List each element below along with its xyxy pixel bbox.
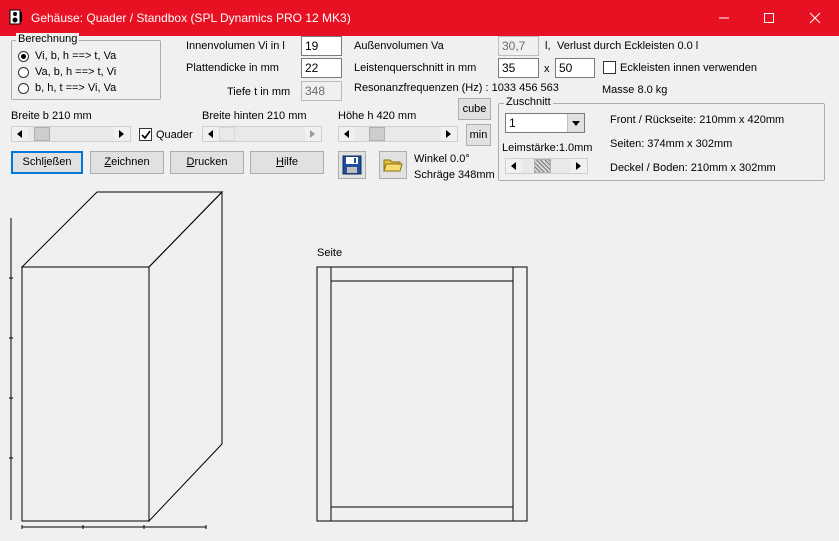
arrow-left-icon xyxy=(511,162,516,170)
arrow-left-icon xyxy=(344,130,349,138)
breite-hinten-scrollbar[interactable] xyxy=(202,126,322,142)
hilfe-text-accel: H xyxy=(275,156,284,168)
leimstaerke-scrollbar[interactable] xyxy=(505,158,588,174)
leim-scroll-thumb[interactable] xyxy=(534,159,551,173)
radio-va-b-h[interactable] xyxy=(18,67,29,78)
hoehe-scroll-thumb[interactable] xyxy=(369,127,385,141)
radio-b-h-t-label[interactable]: b, h, t ==> Vi, Va xyxy=(35,82,116,94)
drucken-text-post: rucken xyxy=(194,156,228,168)
tiefe-label: Tiefe t in mm xyxy=(227,86,291,98)
checkmark-icon xyxy=(141,130,151,140)
breite-scrollbar[interactable] xyxy=(11,126,131,142)
plattendicke-input[interactable]: 22 xyxy=(301,58,342,78)
hoehe-scrollbar[interactable] xyxy=(338,126,458,142)
breite-hinten-label: Breite hinten 210 mm xyxy=(202,110,307,122)
chevron-down-icon xyxy=(572,121,580,126)
innenvolumen-input[interactable]: 19 xyxy=(301,36,342,56)
breite-scroll-right-arrow[interactable] xyxy=(114,127,130,141)
box-side-face xyxy=(148,190,223,523)
radio-vi-b-h-label[interactable]: Vi, b, h ==> t, Va xyxy=(35,50,116,62)
save-button[interactable] xyxy=(338,151,366,179)
seiten-text: Seiten: 374mm x 302mm xyxy=(610,138,733,150)
arrow-right-icon xyxy=(576,162,581,170)
berechnung-group-label: Berechnung xyxy=(16,33,80,45)
plattendicke-label: Plattendicke in mm xyxy=(186,62,279,74)
winkel-text: Winkel 0.0° xyxy=(414,153,470,165)
radio-va-b-h-label[interactable]: Va, b, h ==> t, Vi xyxy=(35,66,116,78)
zeichnen-button[interactable]: Zeichnen xyxy=(90,151,164,174)
arrow-left-icon xyxy=(17,130,22,138)
side-outer-frame xyxy=(316,266,528,522)
zuschnitt-count-select[interactable]: 1 xyxy=(505,113,585,133)
aussenvolumen-unit: l, xyxy=(545,40,551,52)
zuschnitt-count-value: 1 xyxy=(509,116,516,130)
radio-b-h-t[interactable] xyxy=(18,83,29,94)
arrow-left-icon xyxy=(208,130,213,138)
maximize-icon xyxy=(764,13,774,23)
zuschnitt-group-label: Zuschnitt xyxy=(504,96,553,108)
innenvolumen-label: Innenvolumen Vi in l xyxy=(186,40,285,52)
close-button[interactable] xyxy=(792,0,838,36)
tiefe-input[interactable]: 348 xyxy=(301,81,342,101)
leim-scroll-right-arrow[interactable] xyxy=(571,159,587,173)
hilfe-text-post: ilfe xyxy=(283,156,298,168)
speaker-app-icon xyxy=(9,9,22,25)
box-3d-drawing xyxy=(20,190,224,523)
deckel-boden-text: Deckel / Boden: 210mm x 302mm xyxy=(610,162,776,174)
breite-hinten-scroll-right-arrow[interactable] xyxy=(305,127,321,141)
schliessen-text-post: eßen xyxy=(46,156,72,168)
close-icon xyxy=(809,12,821,24)
seite-label: Seite xyxy=(317,247,342,259)
zuschnitt-dropdown-button[interactable] xyxy=(567,114,584,132)
aussenvolumen-label: Außenvolumen Va xyxy=(354,40,444,52)
floppy-disk-icon xyxy=(342,155,362,175)
eckleisten-checkbox[interactable] xyxy=(603,61,616,74)
schliessen-text-pre: Schl xyxy=(22,156,44,168)
schliessen-button[interactable]: Schließen xyxy=(11,151,83,174)
quader-label[interactable]: Quader xyxy=(156,129,193,141)
leim-scroll-left-arrow[interactable] xyxy=(506,159,522,173)
breite-label: Breite b 210 mm xyxy=(11,110,92,122)
arrow-right-icon xyxy=(446,130,451,138)
quader-checkbox[interactable] xyxy=(139,128,152,141)
leimstaerke-label: Leimstärke:1.0mm xyxy=(502,142,593,154)
leisten-b-input[interactable]: 50 xyxy=(555,58,595,78)
hoehe-scroll-left-arrow[interactable] xyxy=(339,127,355,141)
breite-hinten-scroll-left-arrow[interactable] xyxy=(203,127,219,141)
folder-open-icon xyxy=(383,159,403,172)
arrow-right-icon xyxy=(119,130,124,138)
minimize-icon xyxy=(719,17,729,19)
zeichnen-text-post: eichnen xyxy=(111,156,150,168)
maximize-button[interactable] xyxy=(746,0,792,36)
leisten-a-input[interactable]: 35 xyxy=(498,58,539,78)
front-rueckseite-text: Front / Rückseite: 210mm x 420mm xyxy=(610,114,785,126)
resonanz-text: Resonanzfrequenzen (Hz) : 1033 456 563 xyxy=(354,82,559,94)
box-top-face xyxy=(20,191,224,268)
open-button[interactable] xyxy=(379,151,407,179)
verlust-text: Verlust durch Eckleisten 0.0 l xyxy=(557,40,699,52)
hoehe-label: Höhe h 420 mm xyxy=(338,110,417,122)
dimension-rulers xyxy=(9,218,207,529)
side-view-drawing xyxy=(316,266,528,522)
window-title: Gehäuse: Quader / Standbox (SPL Dynamics… xyxy=(31,11,351,25)
radio-vi-b-h[interactable] xyxy=(18,51,29,62)
hoehe-scroll-right-arrow[interactable] xyxy=(441,127,457,141)
box-front-face xyxy=(21,266,150,522)
masse-text: Masse 8.0 kg xyxy=(602,84,668,96)
hilfe-button[interactable]: Hilfe xyxy=(250,151,324,174)
leistenquerschnitt-label: Leistenquerschnitt in mm xyxy=(354,62,477,74)
leisten-x-label: x xyxy=(544,63,550,75)
breite-hinten-scroll-thumb[interactable] xyxy=(219,127,235,141)
minimize-button[interactable] xyxy=(701,0,747,36)
breite-scroll-thumb[interactable] xyxy=(34,127,50,141)
title-bar: Gehäuse: Quader / Standbox (SPL Dynamics… xyxy=(0,0,839,36)
drawing-canvas: Seite xyxy=(9,190,528,529)
min-button[interactable]: min xyxy=(466,124,491,146)
aussenvolumen-input[interactable]: 30,7 xyxy=(498,36,539,56)
cube-button[interactable]: cube xyxy=(458,98,491,120)
breite-scroll-left-arrow[interactable] xyxy=(12,127,28,141)
eckleisten-label[interactable]: Eckleisten innen verwenden xyxy=(620,62,757,74)
arrow-right-icon xyxy=(310,130,315,138)
drucken-button[interactable]: Drucken xyxy=(170,151,244,174)
